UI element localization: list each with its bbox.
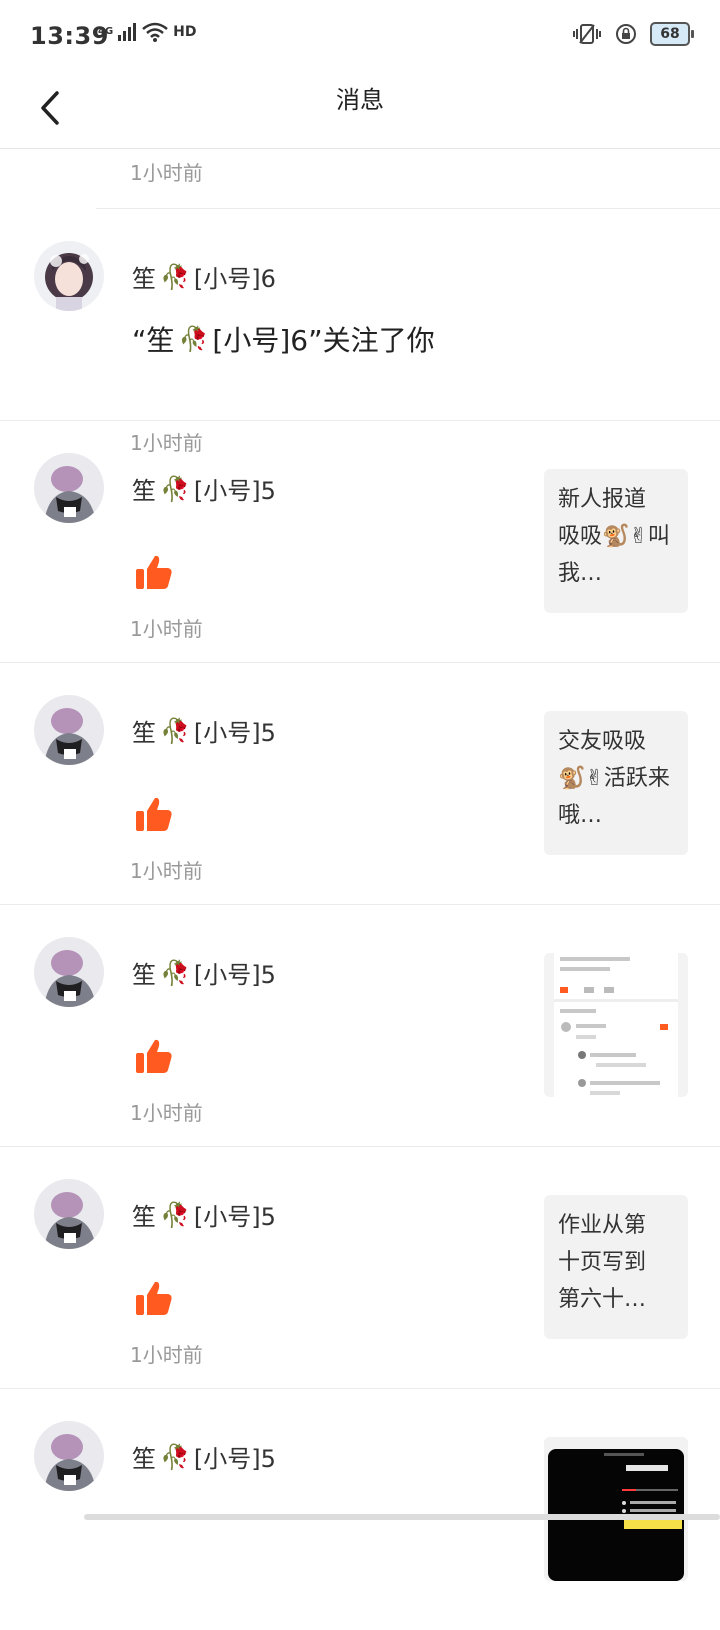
avatar[interactable] — [34, 1179, 104, 1249]
battery-icon: 68 — [650, 22, 694, 46]
rose-icon: 🥀 — [160, 262, 190, 291]
message-time: 1小时前 — [130, 1101, 203, 1125]
avatar[interactable] — [34, 241, 104, 311]
post-thumbnail-text: 交友吸吸 🐒✌活跃来哦… — [558, 729, 670, 828]
user-name-suffix: [小号]5 — [193, 1445, 276, 1473]
list-item[interactable]: 笙 🥀 [小号]5 1小时前 交友吸吸 🐒✌活跃来哦… — [0, 663, 720, 905]
like-icon — [136, 1039, 172, 1073]
message-text: “笙 🥀 [小号]6”关注了你 — [132, 319, 435, 359]
list-item[interactable]: 1小时前 — [96, 149, 720, 209]
rose-icon: 🥀 — [160, 1200, 190, 1229]
user-name[interactable]: 笙 🥀 [小号]5 — [132, 471, 276, 506]
user-name-suffix: [小号]5 — [193, 477, 276, 505]
post-thumbnail-text: 新人报道 吸吸🐒✌叫我… — [558, 487, 670, 586]
user-name-prefix: 笙 — [132, 1203, 156, 1231]
message-time: 1小时前 — [130, 161, 203, 185]
avatar[interactable] — [34, 937, 104, 1007]
user-name-prefix: 笙 — [132, 265, 156, 293]
rose-icon: 🥀 — [160, 1442, 190, 1471]
list-item[interactable]: 笙 🥀 [小号]6 “笙 🥀 [小号]6”关注了你 1小时前 — [0, 209, 720, 455]
list-item[interactable]: 笙 🥀 [小号]5 — [0, 1389, 720, 1630]
list-item[interactable]: 笙 🥀 [小号]5 1小时前 — [0, 905, 720, 1147]
user-name[interactable]: 笙 🥀 [小号]5 — [132, 955, 276, 990]
video-screenshot-image — [544, 1437, 688, 1581]
user-name-suffix: [小号]5 — [193, 961, 276, 989]
post-thumbnail[interactable] — [544, 1437, 688, 1581]
avatar[interactable] — [34, 453, 104, 523]
rose-icon: 🥀 — [160, 474, 190, 503]
message-time: 1小时前 — [130, 859, 203, 883]
user-name-suffix: [小号]6 — [193, 265, 276, 293]
list-item[interactable]: 笙 🥀 [小号]5 1小时前 作业从第 十页写到 第六十… — [0, 1147, 720, 1389]
message-time: 1小时前 — [130, 1343, 203, 1367]
status-left-icons: 4G HD — [98, 22, 197, 42]
user-name[interactable]: 笙 🥀 [小号]5 — [132, 1197, 276, 1232]
scroll-indicator — [84, 1514, 720, 1520]
post-thumbnail[interactable]: 新人报道 吸吸🐒✌叫我… — [544, 469, 688, 613]
rotation-lock-icon — [616, 24, 636, 44]
user-name-prefix: 笙 — [132, 961, 156, 989]
list-item[interactable]: 笙 🥀 [小号]5 1小时前 新人报道 吸吸🐒✌叫我… — [0, 421, 720, 663]
post-thumbnail[interactable]: 作业从第 十页写到 第六十… — [544, 1195, 688, 1339]
user-name-prefix: 笙 — [132, 1445, 156, 1473]
like-icon — [136, 1281, 172, 1315]
message-list[interactable]: 1小时前 笙 🥀 [小号]6 “笙 🥀 [小号]6”关注了你 1小时前 笙 🥀 … — [0, 149, 720, 1630]
network-type: 4G — [98, 26, 114, 37]
status-right-icons: 68 — [572, 22, 694, 46]
header: 消息 — [0, 72, 720, 149]
message-time: 1小时前 — [130, 617, 203, 641]
rose-icon: 🥀 — [160, 716, 190, 745]
post-thumbnail[interactable]: 交友吸吸 🐒✌活跃来哦… — [544, 711, 688, 855]
user-name-prefix: 笙 — [132, 477, 156, 505]
vibrate-icon — [573, 24, 601, 44]
avatar[interactable] — [34, 1421, 104, 1491]
like-icon — [136, 797, 172, 831]
like-icon — [136, 555, 172, 589]
user-name-suffix: [小号]5 — [193, 1203, 276, 1231]
rose-icon: 🥀 — [160, 958, 190, 987]
avatar[interactable] — [34, 695, 104, 765]
status-bar: 13:39 4G HD 68 — [0, 0, 720, 72]
user-name-prefix: 笙 — [132, 719, 156, 747]
signal-icon — [118, 23, 137, 41]
rose-icon: 🥀 — [178, 325, 209, 353]
post-thumbnail[interactable] — [544, 953, 688, 1097]
message-text-suffix: [小号]6”关注了你 — [212, 324, 435, 357]
post-thumbnail-text: 作业从第 十页写到 第六十… — [558, 1213, 647, 1312]
wifi-icon — [142, 22, 168, 42]
screenshot-image — [544, 953, 688, 1097]
hd-badge: HD — [173, 24, 197, 40]
page-title: 消息 — [336, 86, 384, 114]
user-name[interactable]: 笙 🥀 [小号]5 — [132, 713, 276, 748]
message-text-prefix: “笙 — [132, 324, 175, 357]
user-name-suffix: [小号]5 — [193, 719, 276, 747]
user-name[interactable]: 笙 🥀 [小号]6 — [132, 259, 276, 294]
user-name[interactable]: 笙 🥀 [小号]5 — [132, 1439, 276, 1474]
